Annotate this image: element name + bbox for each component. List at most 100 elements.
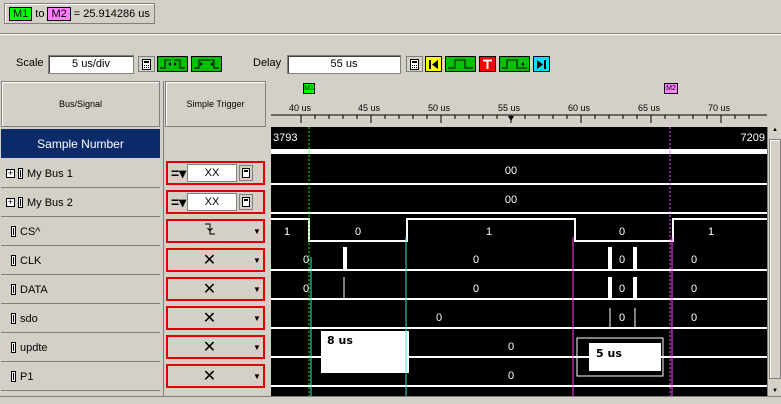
data-value: 0 (473, 283, 479, 295)
horizontal-scrollbar[interactable] (0, 396, 781, 404)
go-to-m1-button[interactable] (445, 56, 476, 72)
dropdown-arrow-icon[interactable]: ▼ (251, 285, 263, 294)
zoom-in-button[interactable] (157, 56, 188, 72)
scroll-up-icon[interactable]: ▲ (769, 127, 781, 137)
equals-operator-icon[interactable]: =▾ (171, 194, 187, 211)
go-to-end-button[interactable] (533, 56, 550, 72)
signal-icon (11, 284, 16, 295)
trigger-cell-cs[interactable]: ▼ (166, 219, 265, 243)
signal-row-clk[interactable]: CLK (1, 247, 160, 275)
tick-label: 50 us (428, 103, 451, 113)
pulse-arrow-icon (502, 59, 527, 69)
tick-label: 60 us (568, 103, 591, 113)
calculator-icon (142, 58, 151, 70)
scale-calc-button[interactable] (138, 56, 155, 72)
marker-readout[interactable]: M1 to M2 = 25.914286 us (4, 3, 155, 24)
delay-label: Delay (253, 57, 282, 69)
trigger-cell-p1[interactable]: ✕ ▼ (166, 364, 265, 388)
skip-start-icon (429, 59, 438, 69)
signal-name: updte (20, 341, 48, 354)
delay-calc-button[interactable] (406, 56, 423, 72)
signal-icon (11, 255, 16, 266)
bus2-value: 00 (505, 194, 517, 206)
time-ruler[interactable]: M1 M2 40 us 45 us 50 us 55 us 60 us 65 u… (271, 81, 781, 127)
go-to-start-button[interactable] (425, 56, 442, 72)
trigger-position-icon (508, 116, 514, 121)
sdo-value: 0 (691, 312, 697, 324)
equals-operator-icon[interactable]: =▾ (171, 165, 187, 182)
go-to-trigger-button[interactable] (479, 56, 496, 72)
trigger-cell-my-bus-2[interactable]: =▾ XX (166, 190, 265, 214)
trigger-value-field[interactable]: XX (187, 193, 237, 211)
signal-row-cs[interactable]: CS^ (1, 218, 160, 246)
data-value: 0 (691, 283, 697, 295)
signal-icon (11, 226, 16, 237)
vertical-scrollbar[interactable]: ▲ ▼ (767, 127, 781, 404)
p1-value: 0 (508, 370, 514, 382)
calculator-icon (410, 58, 419, 70)
delay-field[interactable]: 55 us (287, 55, 401, 74)
trigger-value-field[interactable]: XX (187, 164, 237, 182)
sample-number-row[interactable]: Sample Number (1, 129, 160, 158)
trigger-cell-data[interactable]: ✕ ▼ (166, 277, 265, 301)
signal-name: CLK (20, 254, 42, 267)
annotation-5us: 5 us (596, 347, 622, 360)
scale-field[interactable]: 5 us/div (48, 55, 134, 74)
expand-icon[interactable]: + (6, 198, 15, 207)
dropdown-arrow-icon[interactable]: ▼ (251, 314, 263, 323)
sample-end-label: 7209 (741, 132, 765, 144)
signal-name: My Bus 1 (27, 167, 73, 180)
clk-value: 0 (691, 254, 697, 266)
signal-name: sdo (20, 312, 38, 325)
dropdown-arrow-icon[interactable]: ▼ (251, 256, 263, 265)
bus-icon (18, 168, 23, 179)
sample-start-label: 3793 (273, 132, 297, 144)
signal-row-my-bus-1[interactable]: + My Bus 1 (1, 160, 160, 188)
signal-list-panel: Bus/Signal Sample Number + My Bus 1 + My… (0, 81, 161, 404)
dropdown-arrow-icon[interactable]: ▼ (251, 343, 263, 352)
waveform-panel[interactable]: M1 M2 40 us 45 us 50 us 55 us 60 us 65 u… (271, 81, 781, 404)
m2-flag[interactable]: M2 (664, 83, 678, 94)
signal-icon (11, 342, 16, 353)
tick-label: 65 us (638, 103, 661, 113)
trigger-cell-updte[interactable]: ✕ ▼ (166, 335, 265, 359)
calculator-icon[interactable] (239, 194, 253, 210)
tick-label: 55 us (498, 103, 521, 113)
pulse-icon (448, 59, 473, 69)
scale-label: Scale (16, 57, 44, 69)
calculator-icon[interactable] (239, 165, 253, 181)
signal-icon (11, 371, 16, 382)
signal-row-data[interactable]: DATA (1, 276, 160, 304)
marker-delta-value: = 25.914286 us (73, 7, 150, 20)
dropdown-arrow-icon[interactable]: ▼ (251, 227, 263, 236)
ruler-ticks (271, 114, 767, 123)
signal-row-p1[interactable]: P1 (1, 363, 160, 391)
go-to-m2-button[interactable] (499, 56, 530, 72)
signal-row-my-bus-2[interactable]: + My Bus 2 (1, 189, 160, 217)
clk-value: 0 (473, 254, 479, 266)
simple-trigger-panel: Simple Trigger =▾ XX =▾ XX ▼ ✕ ▼ ✕ ▼ ✕ ▼… (163, 81, 267, 404)
trigger-cell-my-bus-1[interactable]: =▾ XX (166, 161, 265, 185)
simple-trigger-header[interactable]: Simple Trigger (165, 81, 266, 127)
marker-toolbar: M1 to M2 = 25.914286 us (0, 0, 781, 34)
signal-name: CS^ (20, 225, 41, 238)
trigger-cell-sdo[interactable]: ✕ ▼ (166, 306, 265, 330)
signal-icon (11, 313, 16, 324)
signal-row-updte[interactable]: updte (1, 334, 160, 362)
zoom-out-button[interactable] (191, 56, 222, 72)
waveform-traces[interactable]: 3793 7209 00 00 1 0 1 0 1 0 0 0 0 0 0 0 … (271, 127, 767, 404)
dropdown-arrow-icon[interactable]: ▼ (251, 372, 263, 381)
clk-value: 0 (619, 254, 625, 266)
bus1-value: 00 (505, 165, 517, 177)
signal-row-sdo[interactable]: sdo (1, 305, 160, 333)
dont-care-icon: ✕ (202, 281, 217, 298)
expand-icon[interactable]: + (6, 169, 15, 178)
data-value: 0 (303, 283, 309, 295)
dont-care-icon: ✕ (202, 310, 217, 327)
bus-signal-header[interactable]: Bus/Signal (1, 81, 160, 127)
m1-flag[interactable]: M1 (303, 83, 315, 94)
cs-value: 1 (708, 226, 714, 238)
updte-value: 0 (508, 341, 514, 353)
trigger-cell-clk[interactable]: ✕ ▼ (166, 248, 265, 272)
scroll-thumb[interactable] (769, 139, 781, 379)
